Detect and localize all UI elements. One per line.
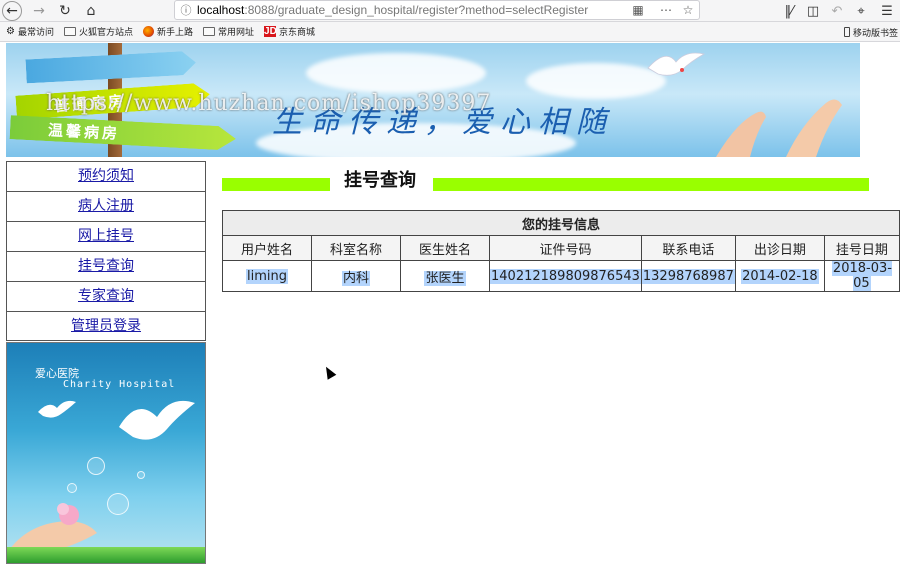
sign-comfort-ward: 温馨病房: [10, 115, 237, 151]
header-user-name: 用户姓名: [222, 235, 312, 261]
hands-with-flower-icon: [7, 503, 97, 553]
url-bar[interactable]: ⓘ localhost:8088/graduate_design_hospita…: [174, 0, 700, 20]
registration-table: 您的挂号信息 用户姓名 科室名称 医生姓名 证件号码 联系电话 出诊日期 挂号日…: [222, 210, 900, 292]
url-host: localhost: [197, 3, 245, 17]
title-bar-left: [222, 178, 330, 191]
home-icon[interactable]: ⌂: [80, 0, 102, 22]
dove-icon: [38, 400, 76, 418]
sidebar-icon[interactable]: ◫: [802, 0, 824, 22]
title-bar-right: [433, 178, 869, 191]
sidebar-item-online-register[interactable]: 网上挂号: [6, 221, 206, 251]
crop-icon[interactable]: ⌖: [850, 0, 872, 22]
mobile-bookmarks[interactable]: 移动版书签: [843, 22, 898, 42]
folder-icon: [203, 27, 216, 36]
hands-icon: [716, 99, 842, 157]
bookmark-label: 京东商城: [279, 27, 316, 37]
cell-visit-date: 2014-02-18: [734, 260, 825, 292]
url-path: :8088/graduate_design_hospital/register?…: [244, 3, 589, 17]
table-caption: 您的挂号信息: [222, 210, 900, 236]
sidebar-item-register-query[interactable]: 挂号查询: [6, 251, 206, 281]
bookmark-label: 常用网址: [218, 27, 255, 37]
grass-decoration: [7, 547, 205, 563]
cell-text: 2014-02-18: [741, 268, 819, 284]
menu-icon[interactable]: ☰: [876, 0, 898, 22]
mouse-cursor-icon: [321, 364, 337, 380]
cell-text: 13298768987: [641, 268, 735, 284]
dove-icon: [647, 52, 706, 76]
header-register-date: 挂号日期: [823, 235, 900, 261]
sidebar-item-appointment-notice[interactable]: 预约须知: [6, 161, 206, 191]
reload-icon[interactable]: ↻: [54, 0, 76, 22]
cloud-decoration: [526, 63, 666, 99]
dove-icon: [119, 400, 195, 440]
undo-icon[interactable]: ↶: [826, 0, 848, 22]
cell-text: 内科: [341, 270, 370, 286]
header-id-number: 证件号码: [489, 235, 642, 261]
bookmark-star-icon[interactable]: ☆: [677, 3, 699, 17]
folder-icon: [63, 27, 76, 36]
promo-name-en: Charity Hospital: [63, 379, 176, 390]
table-caption-row: 您的挂号信息: [222, 210, 900, 236]
bubble-decoration: [87, 457, 105, 475]
cell-register-date: 2018-03-05: [823, 260, 900, 292]
page-title: 挂号查询: [344, 170, 416, 191]
jd-icon: JD: [264, 26, 277, 37]
qr-code-icon[interactable]: ▦: [627, 3, 649, 17]
sidebar-item-admin-login[interactable]: 管理员登录: [6, 311, 206, 341]
cell-text: 140212189809876543: [490, 268, 641, 284]
header-doctor: 医生姓名: [400, 235, 490, 261]
library-icon[interactable]: ‖⁄: [778, 0, 800, 22]
watermark-text: https://www.huzhan.com/ishop39397: [46, 91, 492, 116]
header-department: 科室名称: [311, 235, 401, 261]
bookmark-label: 移动版书签: [852, 27, 898, 38]
bookmark-common-sites[interactable]: 常用网址: [203, 25, 254, 38]
bookmark-label: 最常访问: [17, 27, 54, 37]
phone-icon: [843, 27, 850, 37]
forward-icon[interactable]: →: [28, 0, 50, 22]
cell-user-name: liming: [222, 260, 312, 292]
table-row: liming 内科 张医生 140212189809876543 1329876…: [222, 260, 900, 292]
cell-text: 张医生: [424, 270, 466, 286]
bookmark-getting-started[interactable]: 新手上路: [143, 25, 193, 38]
sidebar-nav: 预约须知 病人注册 网上挂号 挂号查询 专家查询 管理员登录: [6, 161, 206, 341]
page-actions-icon[interactable]: ⋯: [655, 3, 677, 17]
header-phone: 联系电话: [640, 235, 736, 261]
cloud-decoration: [306, 53, 486, 93]
cell-id-number: 140212189809876543: [489, 260, 642, 292]
header-visit-date: 出诊日期: [734, 235, 825, 261]
cell-phone: 13298768987: [640, 260, 736, 292]
bookmark-label: 火狐官方站点: [78, 27, 133, 37]
firefox-icon: [143, 26, 154, 37]
browser-toolbar: ← → ↻ ⌂ ⓘ localhost:8088/graduate_design…: [0, 0, 900, 22]
sidebar-item-patient-register[interactable]: 病人注册: [6, 191, 206, 221]
hospital-banner: 普通病房 温馨病房 生命传递，爱心相随 https://www.huzhan.c…: [6, 43, 860, 157]
cell-text: liming: [246, 268, 288, 284]
cell-doctor: 张医生: [400, 260, 490, 292]
back-icon[interactable]: ←: [2, 0, 22, 21]
bookmark-label: 新手上路: [157, 27, 194, 37]
hospital-promo-image: 爱心医院 Charity Hospital: [6, 342, 206, 564]
sign-blank: [25, 51, 196, 84]
url-text[interactable]: localhost:8088/graduate_design_hospital/…: [197, 3, 627, 17]
gear-icon: ⚙: [6, 26, 15, 37]
bookmarks-bar: ⚙ 最常访问 火狐官方站点 新手上路 常用网址 JD 京东商城 移动版书签: [0, 22, 900, 42]
bubble-decoration: [137, 471, 145, 479]
sidebar-item-expert-query[interactable]: 专家查询: [6, 281, 206, 311]
bookmark-firefox-site[interactable]: 火狐官方站点: [63, 25, 133, 38]
table-header-row: 用户姓名 科室名称 医生姓名 证件号码 联系电话 出诊日期 挂号日期: [222, 235, 900, 261]
cell-department: 内科: [311, 260, 401, 292]
bubble-decoration: [67, 483, 77, 493]
title-row: 挂号查询: [222, 166, 872, 196]
cell-text: 2018-03-05: [831, 261, 892, 291]
bookmark-most-visited[interactable]: ⚙ 最常访问: [6, 25, 54, 38]
bookmark-jd[interactable]: JD 京东商城: [264, 25, 315, 38]
info-icon[interactable]: ⓘ: [175, 2, 197, 18]
